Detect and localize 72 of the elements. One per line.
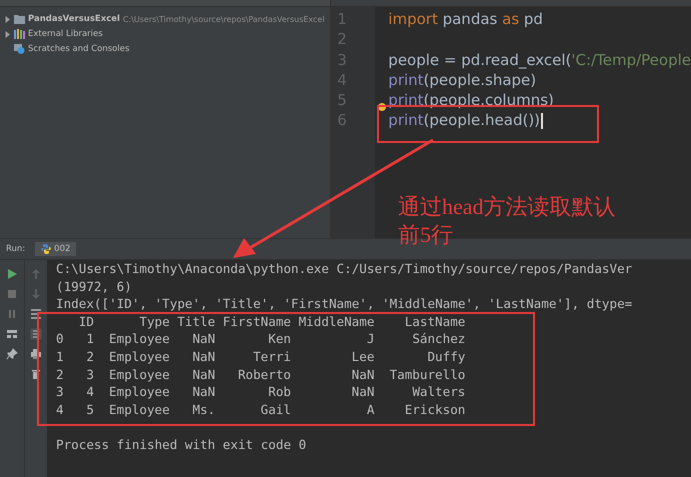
- table-cell-text: Erickson: [404, 400, 466, 418]
- row-index: 1: [56, 348, 64, 366]
- run-label: Run:: [6, 244, 26, 254]
- table-cell-text: NaN: [350, 383, 374, 401]
- table-cell-text: Roberto: [236, 366, 292, 384]
- table-cell-text: NaN: [191, 366, 216, 384]
- code-line: import pandas as pd: [388, 9, 543, 30]
- table-cell-text: Tamburello: [388, 366, 466, 384]
- table-cell-text: Rob: [267, 383, 292, 401]
- table-cell-text: Duffy: [426, 348, 466, 366]
- console-line: C:\Users\Timothy\Anaconda\python.exe C:/Users/Timothy/source/repos/PandasVer: [56, 260, 634, 278]
- row-index: 3: [56, 383, 64, 401]
- column-header: ID: [78, 312, 94, 330]
- pin-icon[interactable]: [6, 348, 18, 360]
- print-icon[interactable]: [30, 348, 42, 360]
- table-cell-text: Walters: [411, 383, 466, 401]
- table-cell-text: J: [366, 330, 374, 348]
- table-cell-text: A: [366, 400, 374, 418]
- table-cell-text: NaN: [191, 348, 216, 366]
- tree-item-label: PandasVersusExcel: [28, 14, 120, 24]
- table-cell-text: 3: [85, 366, 94, 384]
- trash-icon[interactable]: [30, 368, 42, 380]
- tree-item[interactable]: External Libraries: [4, 27, 330, 41]
- table-cell-text: 1: [85, 330, 94, 348]
- column-header: MiddleName: [298, 312, 374, 330]
- row-index: 2: [56, 366, 64, 384]
- tree-item-label: Scratches and Consoles: [28, 44, 130, 54]
- column-header: Type: [138, 312, 170, 330]
- tree-item[interactable]: PandasVersusExcel C:\Users\Timothy\source\repos\PandasVersusExcel: [4, 12, 330, 26]
- row-index: 4: [56, 400, 64, 418]
- table-cell-text: Sánchez: [411, 330, 466, 348]
- table-cell-text: 5: [85, 400, 94, 418]
- row-index: 0: [56, 330, 64, 348]
- scratch-icon: [14, 44, 25, 54]
- code-line: print(people.columns): [388, 90, 554, 110]
- table-cell-text: Employee: [108, 348, 170, 366]
- table-cell-text: Employee: [108, 400, 170, 418]
- run-icon[interactable]: [6, 268, 18, 280]
- folder-icon: [14, 14, 25, 24]
- column-header: FirstName: [222, 312, 292, 330]
- library-icon: [14, 29, 25, 39]
- expand-arrow-icon[interactable]: [4, 30, 11, 38]
- folder-path: C:\Users\Timothy\source\repos\PandasVersusExcel: [122, 14, 325, 24]
- expand-arrow-icon[interactable]: [4, 16, 11, 22]
- table-cell-text: 4: [85, 383, 94, 401]
- wrap-lines-icon[interactable]: [30, 308, 42, 320]
- table-cell-text: Employee: [108, 383, 170, 401]
- table-cell-text: 2: [85, 348, 94, 366]
- console-line: Process finished with exit code 0: [56, 436, 308, 454]
- table-cell-text: Terri: [252, 348, 292, 366]
- table-cell-text: Employee: [108, 330, 170, 348]
- column-header: Title: [176, 312, 216, 330]
- column-header: LastName: [404, 312, 466, 330]
- layout-icon[interactable]: [6, 328, 18, 340]
- console-line: (19972, 6): [56, 278, 133, 296]
- tree-item[interactable]: Scratches and Consoles: [4, 42, 330, 56]
- code-line: print(people.shape): [388, 70, 536, 90]
- table-cell-text: NaN: [191, 330, 216, 348]
- annotation-text: 通过head方法读取默认前5行: [398, 193, 617, 249]
- table-cell-text: Lee: [350, 348, 374, 366]
- table-cell-text: Gail: [260, 400, 292, 418]
- table-cell-text: NaN: [191, 383, 216, 401]
- console-line: Index(['ID', 'Type', 'Title', 'FirstName', 'MiddleName', 'LastName'], dtype=: [56, 295, 634, 313]
- table-cell-text: NaN: [350, 366, 374, 384]
- run-tab[interactable]: 002: [35, 242, 76, 256]
- tree-item-label: External Libraries: [28, 29, 103, 39]
- code-line: people = pd.read_excel('C:/Temp/People: [388, 50, 691, 70]
- table-cell-text: Ken: [267, 330, 292, 348]
- table-cell-text: Employee: [108, 366, 170, 384]
- table-cell-text: Ms.: [191, 400, 216, 418]
- python-icon: [41, 244, 52, 254]
- code-line: print(people.head()): [388, 110, 540, 131]
